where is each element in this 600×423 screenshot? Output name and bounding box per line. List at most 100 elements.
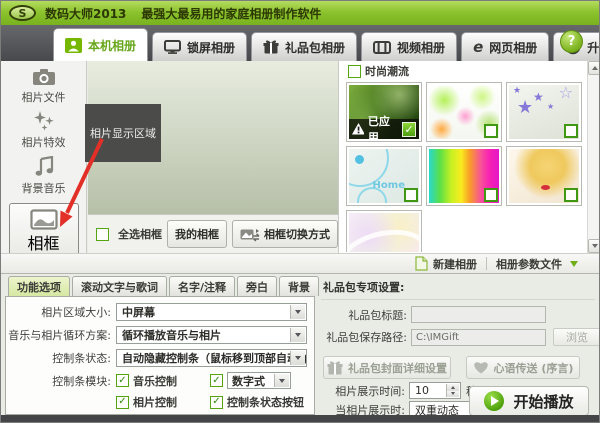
triangle-down-icon	[592, 244, 598, 248]
dropdown-arrow-icon[interactable]	[290, 328, 305, 342]
gift-icon	[327, 361, 343, 375]
titlebar: S 数码大师2013 最强大最易用的家庭相册制作软件	[1, 1, 599, 25]
main-tabband: 本机相册 锁屏相册 礼品包相册 视频相册 e 网页相册 升级和注册 ?	[1, 25, 599, 61]
gift-path-label: 礼品包保存路径:	[321, 329, 411, 345]
music-control-checkbox[interactable]	[116, 374, 129, 387]
person-icon	[65, 38, 82, 53]
applied-checkbox[interactable]	[402, 122, 416, 137]
heart-message-button[interactable]: 心语传送 (序言)	[466, 356, 580, 379]
tab-scrolling-text-lyrics[interactable]: 滚动文字与歌词	[72, 276, 167, 296]
scroll-up-button[interactable]	[588, 61, 600, 75]
new-album-label: 新建相册	[433, 256, 477, 272]
photo-duration-stepper[interactable]: 10	[409, 382, 461, 399]
scroll-down-button[interactable]	[588, 239, 600, 253]
tab-gift-album[interactable]: 礼品包相册	[251, 32, 357, 61]
sidebar-item-label: 相片文件	[22, 89, 66, 105]
frames-scrollbar[interactable]	[587, 61, 600, 253]
bottom-area: 功能选项 滚动文字与歌词 名字/注释 旁白 背景 相片区域大小: 中屏幕 音乐与…	[1, 274, 599, 417]
control-bar-state-label: 控制条状态:	[6, 350, 116, 366]
music-loop-select[interactable]: 循环播放音乐与相片	[116, 326, 307, 344]
thumb-image: ★ ★ ★ ★ ☆	[509, 85, 579, 139]
frame-thumb-color-blobs[interactable]	[426, 82, 502, 142]
music-control-label: 音乐控制	[133, 373, 177, 389]
star-icon: ★	[547, 103, 554, 111]
window-bottom-band	[1, 415, 599, 422]
tab-video-album[interactable]: 视频相册	[361, 32, 457, 61]
stepper-buttons[interactable]	[446, 384, 459, 397]
photo-duration-label: 相片展示时间:	[321, 383, 409, 399]
frame-thumb-blonde-girl[interactable]	[506, 146, 582, 206]
gift-cover-settings-button[interactable]: 礼品包封面详细设置	[323, 356, 451, 379]
tab-function-options[interactable]: 功能选项	[8, 276, 70, 296]
frame-checkbox[interactable]	[484, 188, 498, 202]
frame-checkbox[interactable]	[564, 188, 578, 202]
home-text: Home	[373, 180, 405, 191]
new-album-button[interactable]: 新建相册	[406, 256, 486, 272]
dropdown-arrow-icon[interactable]	[290, 351, 305, 365]
star-outline-icon: ☆	[559, 85, 573, 101]
lips-decoration	[541, 185, 550, 190]
frames-category-header: 时尚潮流	[339, 61, 600, 81]
gift-title-input[interactable]	[411, 306, 546, 323]
logo-letter: S	[19, 7, 27, 20]
opt-tab-label: 功能选项	[17, 279, 61, 295]
control-bar-state-value: 自动隐藏控制条（鼠标移到顶部自动弹出）	[122, 350, 307, 366]
frame-checkbox[interactable]	[564, 124, 578, 138]
browse-button[interactable]: 浏览	[553, 328, 600, 346]
triangle-up-icon	[592, 66, 598, 70]
sidebar-item-frames[interactable]: 相框	[9, 203, 79, 258]
frame-checkbox[interactable]	[404, 188, 418, 202]
control-bar-state-button-label: 控制条状态按钮	[227, 394, 304, 410]
gift-path-input[interactable]	[411, 329, 546, 346]
thumb-image	[349, 213, 419, 252]
tab-background[interactable]: 背景	[279, 276, 319, 296]
control-bar-state-select[interactable]: 自动隐藏控制条（鼠标移到顶部自动弹出）	[116, 349, 307, 367]
browser-e-icon: e	[473, 40, 483, 55]
dropdown-arrow-icon[interactable]	[274, 374, 289, 387]
thumb-image	[429, 149, 499, 203]
my-frames-button[interactable]: 我的相框	[167, 220, 227, 248]
tab-local-album[interactable]: 本机相册	[53, 28, 148, 61]
app-logo: S	[9, 5, 36, 21]
frame-thumb-green-leaves[interactable]: 已应用	[346, 82, 422, 142]
digital-checkbox[interactable]	[210, 374, 223, 387]
start-playback-label: 开始播放	[513, 391, 573, 412]
control-bar-state-button-checkbox[interactable]	[210, 396, 223, 409]
thumb-image	[429, 85, 499, 139]
sidebar-item-photo-files[interactable]: 相片文件	[1, 61, 86, 105]
applied-label: 已应用	[368, 113, 398, 139]
select-all-frames-checkbox[interactable]	[96, 228, 109, 241]
music-loop-value: 循环播放音乐与相片	[122, 327, 221, 343]
frame-thumb-purple-stars[interactable]: ★ ★ ★ ★ ☆	[506, 82, 582, 142]
digital-style-select[interactable]: 数字式	[227, 372, 291, 389]
opt-tab-label: 滚动文字与歌词	[81, 279, 158, 295]
start-playback-button[interactable]: 开始播放	[469, 386, 589, 416]
frame-switch-mode-button[interactable]: 相框切换方式	[232, 220, 338, 248]
frame-thumb-pastel-swirl[interactable]	[346, 210, 422, 252]
sidebar-item-label: 背景音乐	[22, 180, 66, 196]
photo-control-checkbox[interactable]	[116, 396, 129, 409]
sidebar-item-photo-effects[interactable]: 相片特效	[1, 105, 86, 150]
green-dropdown-arrow-icon	[570, 261, 578, 267]
album-params-button[interactable]: 相册参数文件	[487, 256, 587, 272]
opt-tab-label: 名字/注释	[178, 279, 226, 295]
frame-switch-icon	[240, 227, 260, 242]
category-checkbox[interactable]	[348, 65, 361, 78]
tab-name-annotation[interactable]: 名字/注释	[169, 276, 235, 296]
tab-narration[interactable]: 旁白	[237, 276, 277, 296]
star-icon: ★	[533, 91, 544, 103]
frame-checkbox[interactable]	[484, 124, 498, 138]
dropdown-arrow-icon[interactable]	[290, 305, 305, 319]
tab-lockscreen-album[interactable]: 锁屏相册	[152, 32, 247, 61]
frame-thumb-tech-circles[interactable]: Home	[346, 146, 422, 206]
help-button[interactable]: ?	[560, 30, 583, 53]
tab-label: 锁屏相册	[187, 39, 235, 56]
photo-area-size-select[interactable]: 中屏幕	[116, 303, 307, 321]
frame-thumb-rainbow-stripes[interactable]	[426, 146, 502, 206]
control-modules-label: 控制条模块:	[6, 373, 116, 389]
tab-web-album[interactable]: e 网页相册	[461, 32, 549, 61]
my-frames-label: 我的相框	[175, 226, 219, 242]
sidebar-item-background-music[interactable]: 背景音乐	[1, 150, 86, 196]
gift-title-label: 礼品包标题:	[321, 307, 411, 323]
step-down-icon[interactable]	[447, 391, 459, 398]
